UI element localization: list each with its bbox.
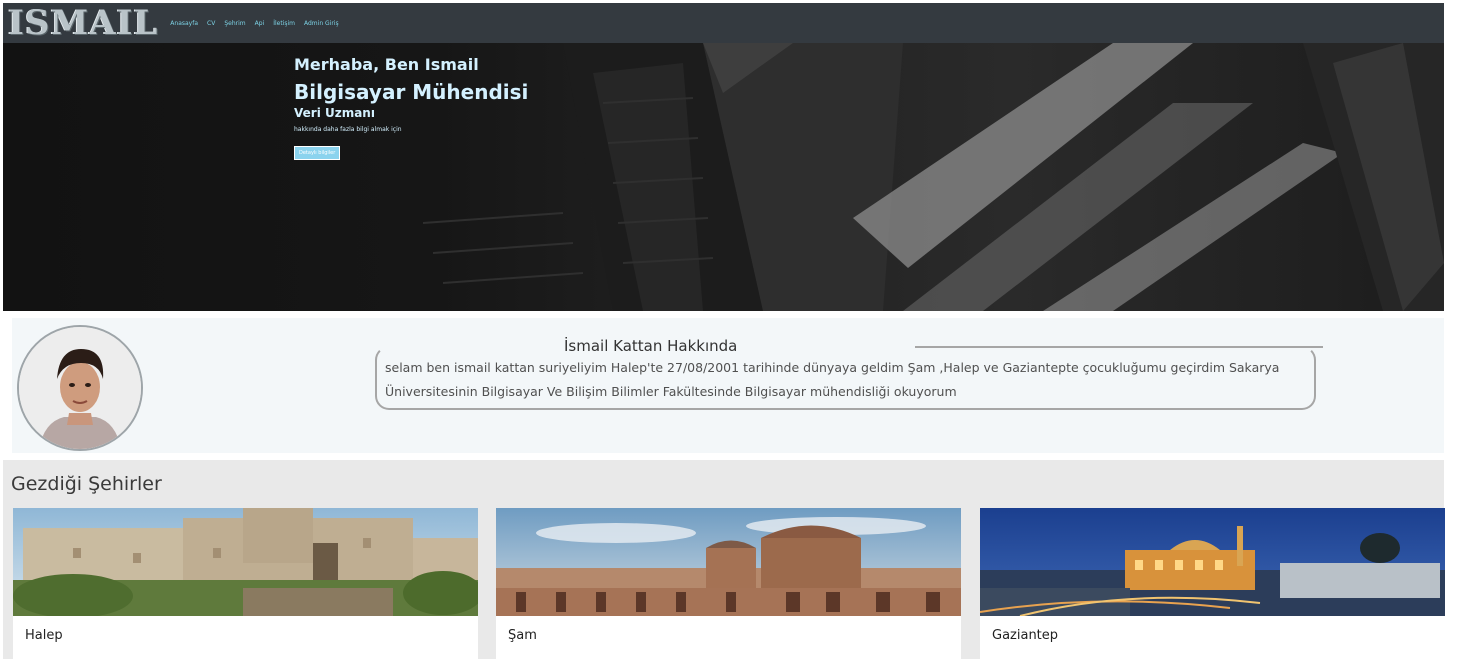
nav-link-iletisim[interactable]: İletişim <box>273 20 295 27</box>
halep-citadel-image <box>13 508 478 616</box>
city-name-halep: Halep <box>25 628 63 643</box>
nav-link-sehrim[interactable]: Şehrim <box>224 20 245 27</box>
nav-link-admin-giris[interactable]: Admin Giriş <box>304 20 339 27</box>
city-name-gaziantep: Gaziantep <box>992 628 1059 643</box>
about-frame-line <box>915 346 1323 348</box>
city-name-sam: Şam <box>508 628 537 643</box>
hero-title: Bilgisayar Mühendisi <box>294 80 529 104</box>
hero-text-block: Merhaba, Ben Ismail Bilgisayar Mühendisi… <box>294 55 528 160</box>
hero-subtitle: Veri Uzmanı <box>294 106 375 120</box>
hero-background-image <box>422 43 1444 311</box>
city-card-halep[interactable]: Halep <box>13 508 478 659</box>
city-card-sam[interactable]: Şam <box>496 508 961 659</box>
hero-banner: Merhaba, Ben Ismail Bilgisayar Mühendisi… <box>3 43 1444 311</box>
about-section: İsmail Kattan Hakkında selam ben ismail … <box>12 318 1444 453</box>
sam-mosque-image <box>496 508 961 616</box>
site-logo[interactable]: ISMAIL <box>8 5 158 41</box>
profile-photo <box>19 327 141 449</box>
hero-small-text: hakkında daha fazla bilgi almak için <box>294 126 402 133</box>
city-card-gaziantep[interactable]: Gaziantep <box>980 508 1445 659</box>
avatar <box>17 325 143 451</box>
nav-link-anasayfa[interactable]: Anasayfa <box>170 20 198 27</box>
about-text: selam ben ismail kattan suriyeliyim Hale… <box>385 360 1280 399</box>
nav-link-api[interactable]: Api <box>255 20 265 27</box>
cities-section: Gezdiği Şehirler Halep Şam Gaziantep <box>3 460 1445 659</box>
gaziantep-mosque-image <box>980 508 1445 616</box>
cities-title: Gezdiği Şehirler <box>11 473 162 495</box>
nav-link-cv[interactable]: CV <box>207 20 215 27</box>
nav-links: Anasayfa CV Şehrim Api İletişim Admin Gi… <box>170 20 338 27</box>
details-button[interactable]: Detaylı bilgiler <box>294 146 341 160</box>
navbar: ISMAIL Anasayfa CV Şehrim Api İletişim A… <box>3 3 1444 43</box>
hero-greeting: Merhaba, Ben Ismail <box>294 55 479 74</box>
